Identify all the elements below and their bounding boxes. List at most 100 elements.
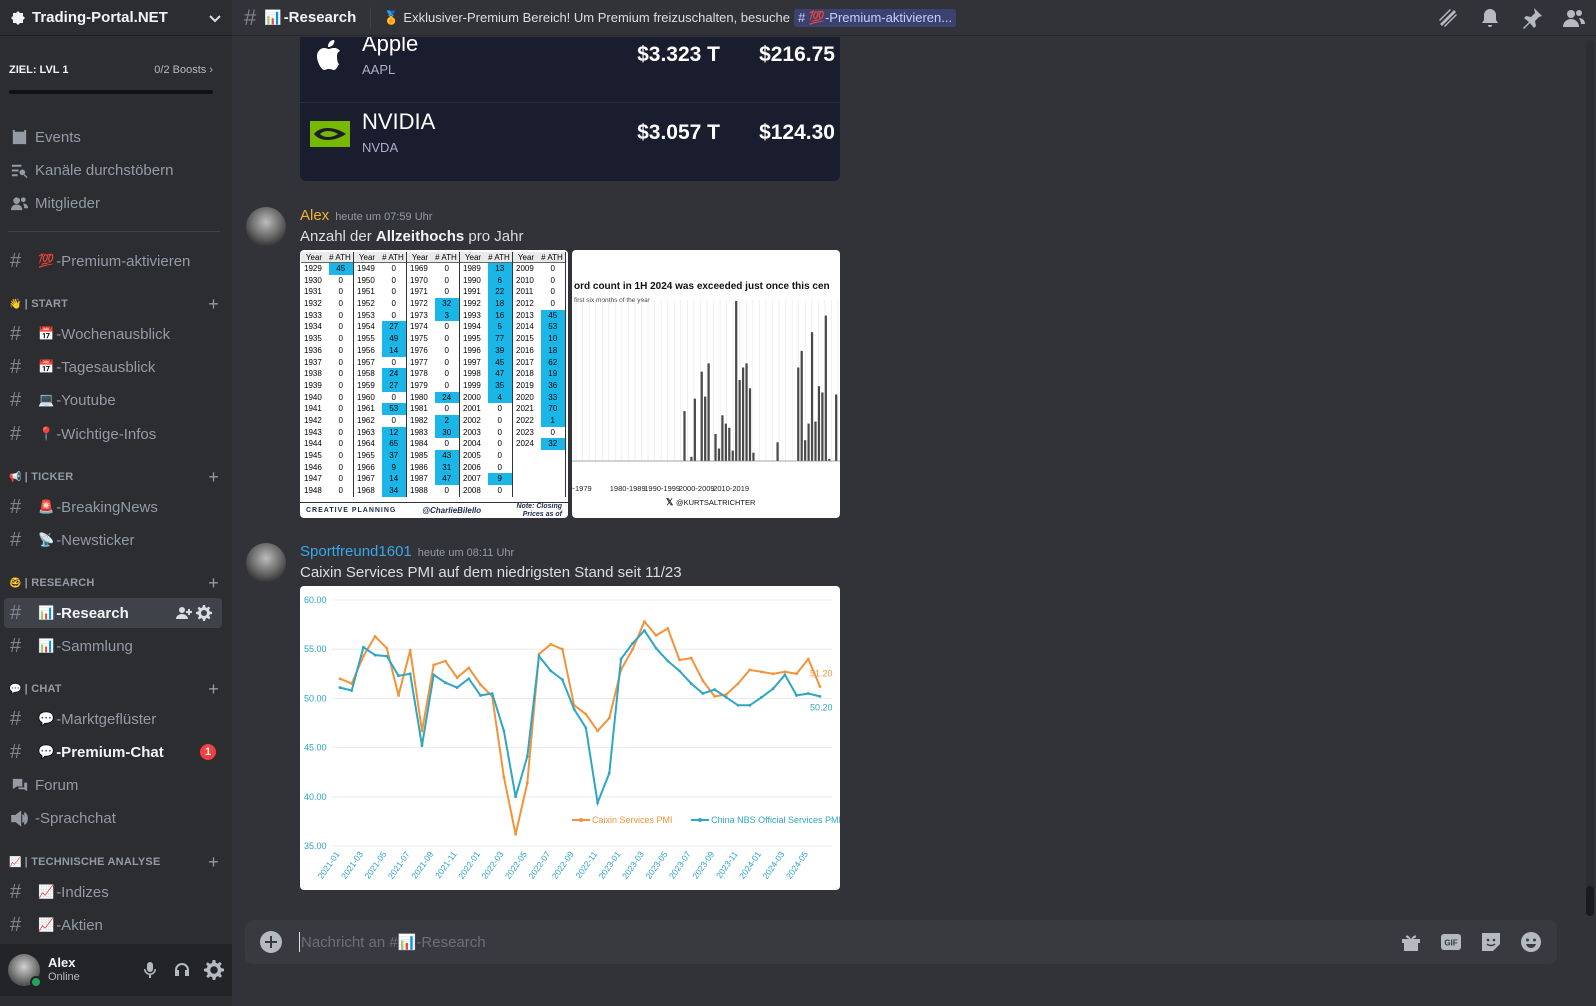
ath-count: 45: [540, 309, 565, 322]
member-list-icon[interactable]: [1562, 6, 1586, 30]
avatar[interactable]: [246, 207, 286, 247]
message-author[interactable]: Alex: [300, 207, 329, 224]
channel-breakingnews[interactable]: # 🚨 -BreakingNews: [0, 492, 226, 522]
channel-wochenausblick[interactable]: # 📅 -Wochenausblick: [0, 319, 226, 349]
ath-table-image[interactable]: Year # ATH 1929 45 1930 0 1931 0 1932 0 1933 0 1934 0…: [300, 250, 568, 518]
channel-forum[interactable]: Forum: [0, 770, 226, 800]
add-channel-icon[interactable]: +: [208, 574, 219, 592]
sidebar-item-browse-channels[interactable]: Kanäle durchstöbern: [0, 155, 226, 185]
scrollbar-thumb[interactable]: [1586, 886, 1594, 916]
channel-marktgefluester[interactable]: # 💬 -Marktgeflüster: [0, 704, 226, 734]
category-technische-analyse[interactable]: 📈 | TECHNISCHE ANALYSE +: [9, 853, 219, 871]
ath-year: 1935: [304, 334, 322, 344]
channel-research[interactable]: # 📊 -Research: [4, 598, 222, 628]
category-chat[interactable]: 💬 | CHAT +: [9, 680, 219, 698]
channel-tagesausblick[interactable]: # 📅 -Tagesausblick: [0, 352, 226, 382]
gear-icon[interactable]: [196, 605, 212, 621]
record-bar: [817, 386, 821, 461]
invite-icon[interactable]: [176, 605, 192, 621]
pin-icon[interactable]: [1520, 6, 1544, 30]
gif-icon[interactable]: GIF: [1439, 930, 1463, 954]
add-attachment-icon[interactable]: [259, 930, 283, 954]
microphone-icon[interactable]: [140, 960, 160, 980]
channel-sprachchat[interactable]: -Sprachchat: [0, 803, 226, 833]
ath-count: 1: [540, 414, 565, 427]
ath-count: 0: [338, 275, 343, 285]
channel-premium-chat[interactable]: # 💬 -Premium-Chat 1: [0, 737, 226, 767]
sticker-icon[interactable]: [1479, 930, 1503, 954]
bell-icon[interactable]: [1478, 6, 1502, 30]
y-tick-label: 40.00: [304, 792, 327, 802]
series-point: [443, 681, 447, 685]
ath-year: 1954: [357, 322, 375, 332]
record-count-chart-image[interactable]: ord count in 1H 2024 was exceeded just o…: [572, 250, 840, 518]
message-author[interactable]: Sportfreund1601: [300, 543, 412, 560]
ath-table-column: Year # ATH 1989 13 1990 6 1991 22 1992 18 1993 16 19…: [460, 252, 513, 497]
hash-icon: #: [10, 880, 22, 903]
channel-indizes[interactable]: # 📈 -Indizes: [0, 877, 226, 907]
boost-goal-row[interactable]: ZIEL: LVL 1 0/2 Boosts ›: [9, 64, 213, 76]
message-input[interactable]: Nachricht an # 📊 -Research: [299, 932, 1399, 952]
chevron-down-icon[interactable]: [208, 11, 222, 25]
ath-year: 1980: [410, 392, 428, 402]
table-row: 2001 0: [460, 403, 512, 415]
add-channel-icon[interactable]: +: [208, 295, 219, 313]
channel-topic[interactable]: 🏅 Exklusiver-Premium Bereich! Um Premium…: [383, 8, 957, 27]
scrollbar-track[interactable]: [1586, 40, 1594, 916]
avatar[interactable]: [8, 954, 42, 988]
server-header[interactable]: Trading-Portal.NET: [0, 0, 232, 36]
ath-year: 1946: [304, 462, 322, 472]
headphones-icon[interactable]: [172, 960, 192, 980]
channel-aktien[interactable]: # 📈 -Aktien: [0, 910, 226, 940]
add-channel-icon[interactable]: +: [208, 468, 219, 486]
table-row: 1975 0: [407, 333, 459, 345]
x-tick-label: 2021-07: [386, 849, 412, 881]
add-channel-icon[interactable]: +: [208, 853, 219, 871]
sidebar-item-members[interactable]: Mitglieder: [0, 188, 226, 218]
gear-icon[interactable]: [204, 960, 224, 980]
tv-emoji-icon: 💻: [38, 392, 55, 407]
ath-year: 1992: [463, 299, 481, 309]
user-names[interactable]: Alex Online: [48, 956, 140, 984]
ath-year: 1985: [410, 451, 428, 460]
chart-emoji-icon: 📈: [38, 917, 55, 932]
add-channel-icon[interactable]: +: [208, 680, 219, 698]
sidebar-item-events[interactable]: Events: [0, 122, 226, 152]
table-row: 1951 0: [354, 286, 406, 298]
table-row: 1990 6: [460, 274, 512, 287]
category-start[interactable]: 👋 | START +: [9, 295, 219, 313]
channel-mention-chip[interactable]: # 💯-Premium-aktivieren...: [793, 8, 957, 27]
gift-icon[interactable]: [1399, 930, 1423, 954]
table-row: 1995 77: [460, 333, 512, 345]
category-ticker[interactable]: 📢 | TICKER +: [9, 468, 219, 486]
pmi-chart-image[interactable]: 60.00 55.00 50.00 45.00 40.00 35.00 2021-01 202…: [300, 586, 840, 890]
series-point: [748, 668, 752, 672]
channel-newsticker[interactable]: # 📡 -Newsticker: [0, 525, 226, 555]
table-row: 1978 0: [407, 368, 459, 380]
channel-youtube[interactable]: # 💻 -Youtube: [0, 385, 226, 415]
series-point: [397, 674, 400, 678]
ath-year: 1975: [410, 334, 428, 344]
ath-count: 53: [381, 403, 406, 415]
x-tick-label: 2023-07: [667, 849, 693, 881]
channel-premium-aktivieren[interactable]: # 💯 -Premium-aktivieren: [0, 246, 226, 276]
ath-year: 1932: [304, 299, 322, 309]
record-count-chart: ord count in 1H 2024 was exceeded just o…: [572, 281, 840, 507]
ath-count: 0: [391, 415, 396, 425]
composer-tools: GIF: [1399, 930, 1543, 954]
table-row: 1932 0: [301, 298, 353, 310]
ath-count: 37: [381, 450, 406, 462]
avatar[interactable]: [246, 543, 286, 583]
series-point: [490, 692, 494, 695]
legend-marker: [698, 818, 703, 822]
stock-market-cap-embed[interactable]: Apple AAPL $3.323 T $216.75 NVIDIA NVDA …: [300, 37, 840, 181]
record-bar: [704, 396, 707, 461]
hash-icon: #: [244, 4, 257, 30]
channel-actions: [176, 605, 212, 621]
table-row: 1948 0: [301, 485, 353, 497]
emoji-icon[interactable]: [1519, 930, 1543, 954]
channel-sammlung[interactable]: # 📊 -Sammlung: [0, 631, 226, 661]
threads-icon[interactable]: [1436, 6, 1460, 30]
category-research[interactable]: 🤓 | RESEARCH +: [9, 574, 219, 592]
channel-wichtige-infos[interactable]: # 📍 -Wichtige-Infos: [0, 419, 226, 449]
